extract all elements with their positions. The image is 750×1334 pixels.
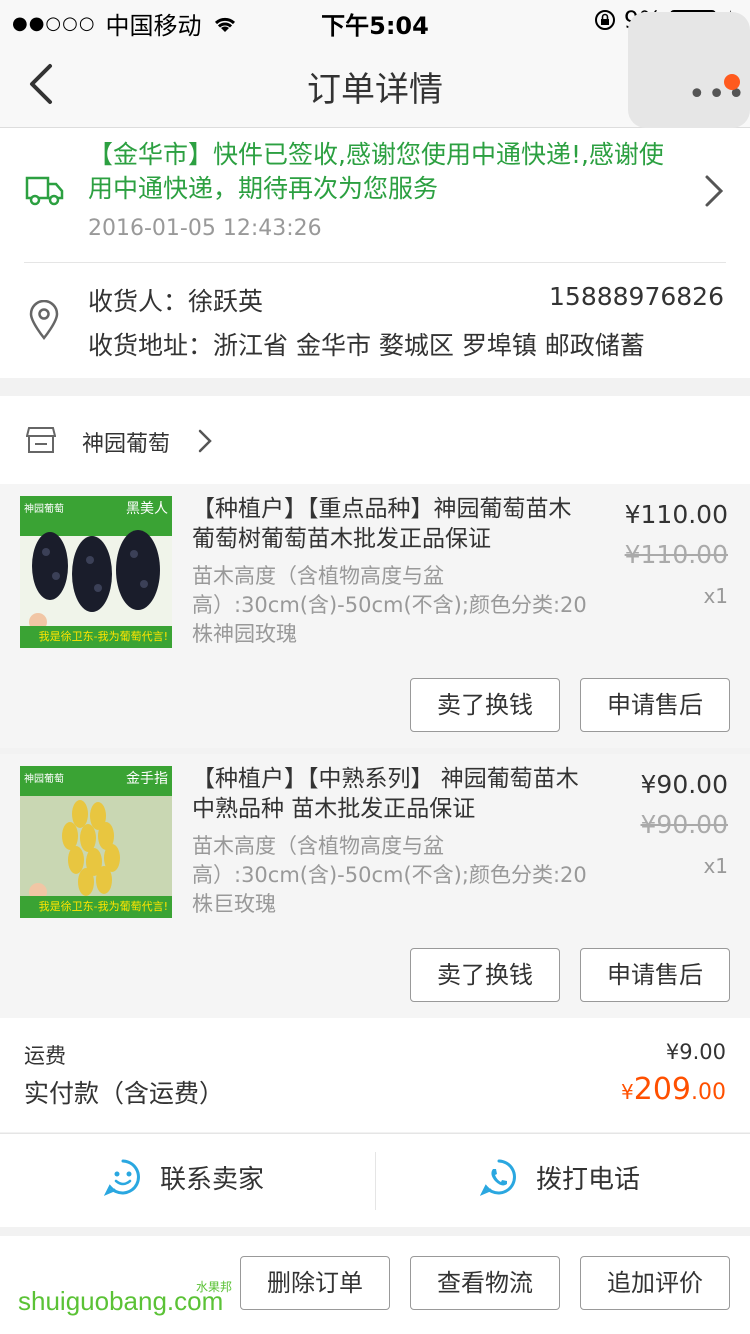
watermark-cn: 水果邦 bbox=[196, 1280, 233, 1294]
contact-seller-button[interactable]: 联系卖家 bbox=[104, 1158, 264, 1196]
thumb-brand: 神园葡萄 bbox=[24, 504, 64, 515]
order-item[interactable]: 神园葡萄 金手指 我是徐卫东-我为葡萄代言! 【种植户】【中熟系列】 神园葡萄苗… bbox=[0, 754, 750, 1018]
phone-icon bbox=[480, 1159, 516, 1196]
thumb-brand: 神园葡萄 bbox=[24, 774, 64, 785]
item-original-price: ¥110.00 bbox=[624, 540, 728, 569]
product-thumbnail[interactable]: 神园葡萄 金手指 我是徐卫东-我为葡萄代言! bbox=[20, 766, 172, 918]
item-title[interactable]: 【种植户】【重点品种】神园葡萄苗木葡萄树葡萄苗木批发正品保证 bbox=[192, 494, 592, 554]
order-totals: 运费 ¥9.00 实付款（含运费） ¥209.00 bbox=[0, 1018, 750, 1132]
logistics-section[interactable]: 【金华市】快件已签收,感谢您使用中通快递!,感谢使用中通快递，期待再次为您服务 … bbox=[0, 128, 750, 378]
call-button[interactable]: 拨打电话 bbox=[480, 1158, 640, 1196]
item-spec: 苗木高度（含植物高度与盆高）:30cm(含)-50cm(不含);颜色分类:20株… bbox=[192, 564, 587, 646]
receiver-name: 收货人：徐跃英 bbox=[88, 287, 264, 316]
more-button[interactable]: ••• bbox=[628, 12, 750, 128]
sell-for-cash-button[interactable]: 卖了换钱 bbox=[410, 678, 560, 732]
divider bbox=[375, 1152, 376, 1210]
watermark: shuiguobang.com 水果邦 bbox=[18, 1280, 232, 1317]
store-icon bbox=[26, 427, 56, 453]
item-spec: 苗木高度（含植物高度与盆高）:30cm(含)-50cm(不含);颜色分类:20株… bbox=[192, 834, 587, 916]
shipping-value: ¥9.00 bbox=[665, 1040, 726, 1064]
call-label: 拨打电话 bbox=[536, 1164, 641, 1195]
thumb-label: 黑美人 bbox=[126, 501, 168, 517]
logistics-message: 【金华市】快件已签收,感谢您使用中通快递!,感谢使用中通快递，期待再次为您服务 bbox=[88, 140, 664, 203]
thumb-label: 金手指 bbox=[126, 771, 168, 787]
nav-bar: 订单详情 ••• bbox=[0, 12, 750, 128]
order-item[interactable]: 神园葡萄 黑美人 我是徐卫东-我为葡萄代言! 【种植户】【重点品种】神园葡萄苗木… bbox=[0, 484, 750, 748]
thumb-slogan: 我是徐卫东-我为葡萄代言! bbox=[20, 626, 172, 648]
product-thumbnail[interactable]: 神园葡萄 黑美人 我是徐卫东-我为葡萄代言! bbox=[20, 496, 172, 648]
order-actions: 删除订单 查看物流 追加评价 bbox=[0, 1236, 750, 1334]
more-dots-icon: ••• bbox=[688, 77, 748, 112]
divider bbox=[24, 262, 726, 263]
paid-decimal: .00 bbox=[691, 1080, 726, 1105]
location-pin-icon bbox=[29, 300, 59, 340]
receiver-phone: 15888976826 bbox=[549, 282, 724, 311]
item-quantity: x1 bbox=[703, 854, 728, 878]
shipping-label: 运费 bbox=[24, 1044, 66, 1068]
rotation-lock-icon bbox=[594, 10, 615, 30]
logistics-time: 2016-01-05 12:43:26 bbox=[88, 216, 322, 241]
chevron-right-icon bbox=[705, 175, 724, 207]
add-review-button[interactable]: 追加评价 bbox=[580, 1256, 730, 1310]
paid-integer: 209 bbox=[633, 1072, 691, 1107]
paid-label: 实付款（含运费） bbox=[24, 1079, 225, 1108]
receiver-address: 收货地址：浙江省 金华市 婺城区 罗埠镇 邮政储蓄 bbox=[88, 331, 645, 360]
thumb-slogan: 我是徐卫东-我为葡萄代言! bbox=[20, 896, 172, 918]
contact-seller-label: 联系卖家 bbox=[160, 1164, 265, 1195]
after-sales-button[interactable]: 申请售后 bbox=[580, 678, 730, 732]
item-original-price: ¥90.00 bbox=[640, 810, 728, 839]
watermark-text: shuiguobang.com bbox=[18, 1286, 224, 1316]
chat-face-icon bbox=[104, 1159, 140, 1196]
view-logistics-button[interactable]: 查看物流 bbox=[410, 1256, 560, 1310]
chevron-right-icon bbox=[198, 429, 212, 453]
truck-icon bbox=[25, 176, 64, 206]
item-quantity: x1 bbox=[703, 584, 728, 608]
paid-amount: ¥209.00 bbox=[621, 1072, 726, 1107]
item-title[interactable]: 【种植户】【中熟系列】 神园葡萄苗木中熟品种 苗木批发正品保证 bbox=[192, 764, 592, 824]
delete-order-button[interactable]: 删除订单 bbox=[240, 1256, 390, 1310]
after-sales-button[interactable]: 申请售后 bbox=[580, 948, 730, 1002]
paid-currency: ¥ bbox=[621, 1080, 634, 1104]
sell-for-cash-button[interactable]: 卖了换钱 bbox=[410, 948, 560, 1002]
shop-row[interactable]: 神园葡萄 bbox=[0, 396, 750, 484]
contact-bar: 联系卖家 拨打电话 bbox=[0, 1133, 750, 1227]
item-price: ¥90.00 bbox=[640, 770, 728, 799]
item-price: ¥110.00 bbox=[624, 500, 728, 529]
shop-name: 神园葡萄 bbox=[82, 432, 171, 457]
notification-dot bbox=[724, 74, 740, 90]
